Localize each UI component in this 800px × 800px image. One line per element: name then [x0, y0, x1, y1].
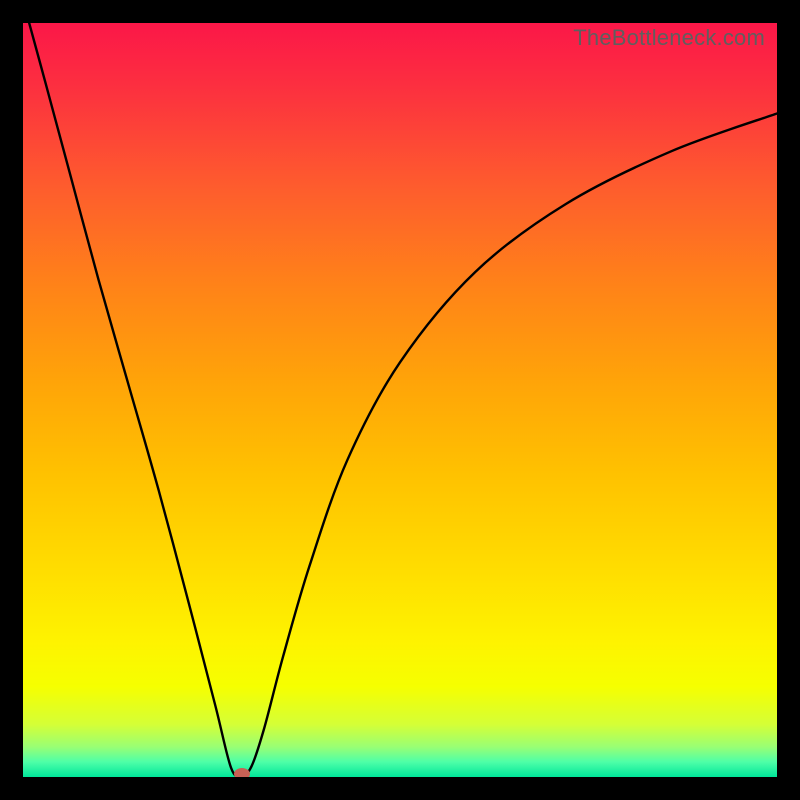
chart-frame: TheBottleneck.com — [0, 0, 800, 800]
bottleneck-curve — [23, 23, 777, 776]
watermark-text: TheBottleneck.com — [573, 25, 765, 51]
curve-svg — [23, 23, 777, 777]
min-marker — [234, 768, 250, 777]
plot-area: TheBottleneck.com — [23, 23, 777, 777]
